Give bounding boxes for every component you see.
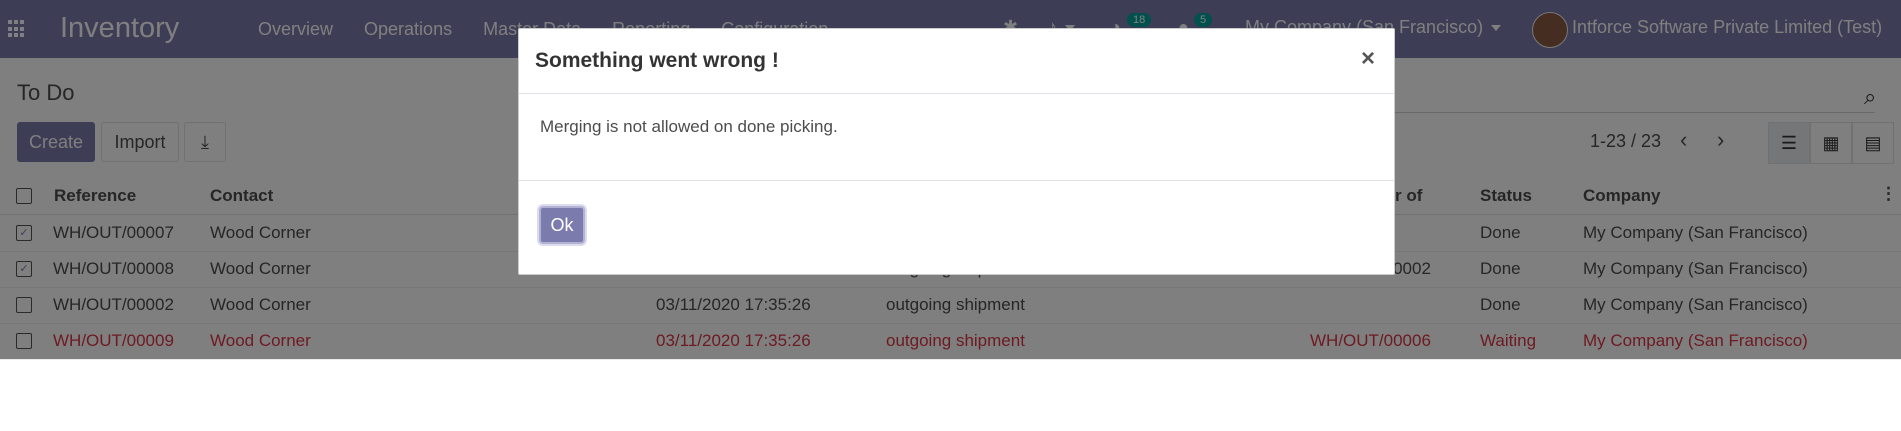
dialog-message: Merging is not allowed on done picking. bbox=[540, 117, 838, 136]
dialog-title: Something went wrong ! bbox=[535, 49, 779, 72]
page: Inventory Overview Operations Master Dat… bbox=[0, 0, 1901, 431]
dialog-footer: Ok bbox=[519, 180, 1394, 275]
close-icon[interactable]: × bbox=[1361, 45, 1375, 73]
error-dialog: Something went wrong ! × Merging is not … bbox=[518, 28, 1395, 275]
ok-button[interactable]: Ok bbox=[539, 206, 585, 244]
dialog-header: Something went wrong ! × bbox=[519, 29, 1394, 94]
